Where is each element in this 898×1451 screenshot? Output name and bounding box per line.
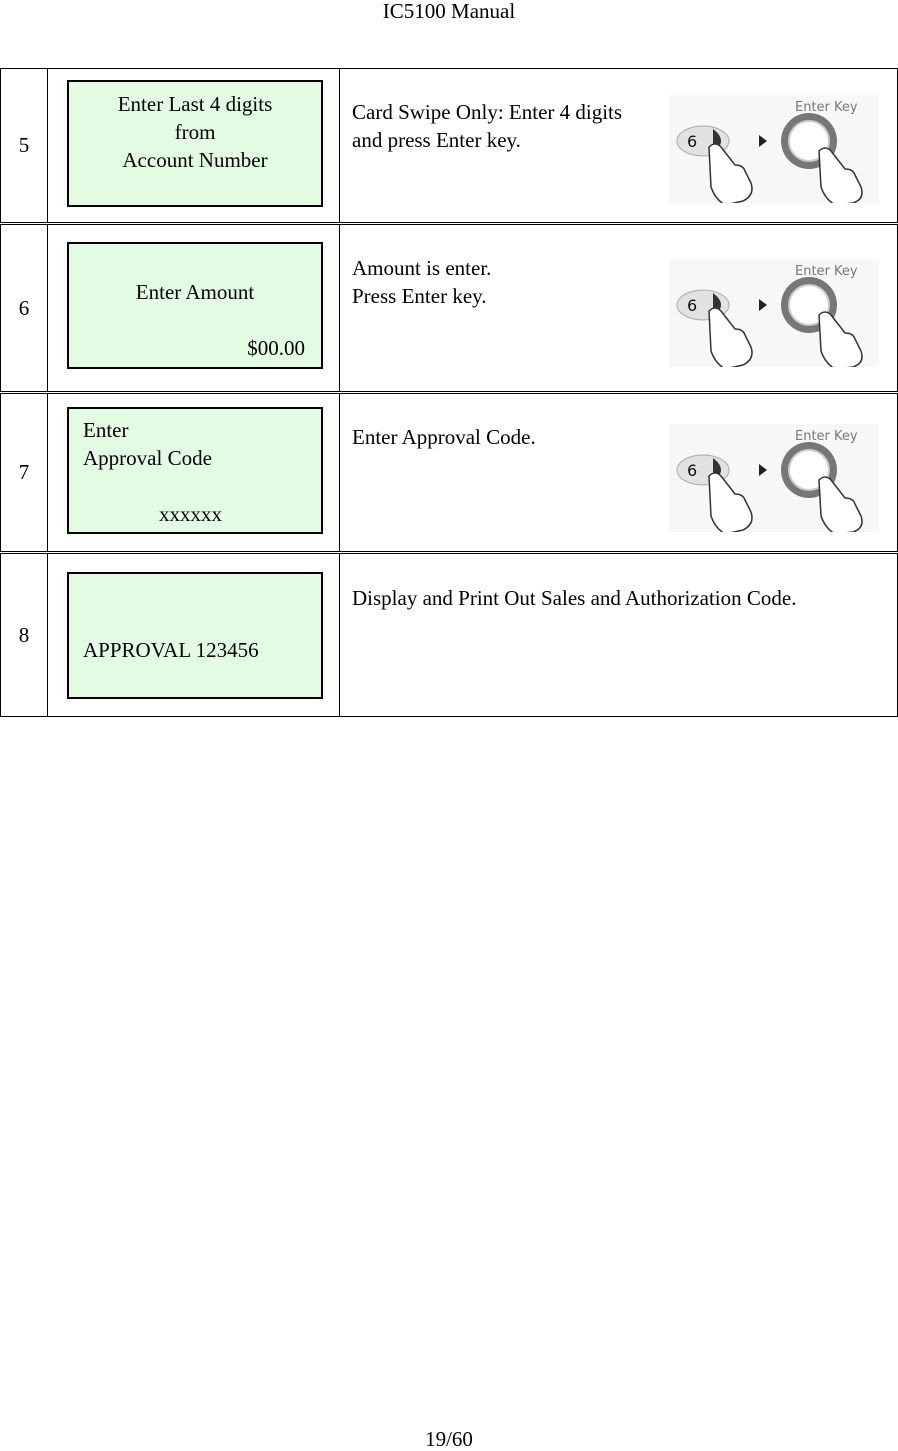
description-line: Display and Print Out Sales and Authoriz…	[352, 586, 797, 610]
step-row-7: 7 Enter Approval Code xxxxxx Enter Appro…	[0, 393, 898, 552]
lcd-line: Enter Amount	[135, 280, 255, 304]
enter-key-label: Enter Key	[795, 429, 858, 444]
step-number: 5	[1, 69, 48, 222]
lcd-screen: Enter Amount $00.00	[67, 242, 323, 369]
page-number: 19/60	[425, 1427, 473, 1451]
lcd-line: APPROVAL 123456	[83, 638, 259, 662]
lcd-line: Enter	[83, 418, 129, 442]
lcd-line: Account Number	[122, 148, 268, 172]
screen-cell: Enter Last 4 digits from Account Number	[48, 69, 340, 222]
key-press-illustration: Enter Key 6	[669, 259, 879, 367]
lcd-line: Approval Code	[83, 446, 212, 470]
step-description: Display and Print Out Sales and Authoriz…	[352, 584, 796, 612]
description-line: Amount is enter.	[352, 256, 492, 280]
description-line: Enter Approval Code.	[352, 425, 536, 449]
step-description: Enter Approval Code.	[352, 423, 536, 451]
screen-cell: APPROVAL 123456	[48, 554, 340, 716]
lcd-screen: Enter Last 4 digits from Account Number	[67, 80, 323, 207]
step-description: Card Swipe Only: Enter 4 digits and pres…	[352, 98, 622, 154]
press-6-then-enter-key-icon: Enter Key 6	[676, 264, 863, 367]
key-press-illustration: Enter Key 6	[669, 424, 879, 532]
lcd-line: xxxxxx	[159, 502, 222, 526]
key-6-label: 6	[687, 461, 697, 480]
lcd-screen: Enter Approval Code xxxxxx	[67, 407, 323, 534]
step-number: 6	[1, 225, 48, 391]
key-press-illustration: Enter Key 6	[669, 95, 879, 203]
step-row-8: 8 APPROVAL 123456 Display and Print Out …	[0, 553, 898, 717]
press-6-then-enter-key-icon: Enter Key 6	[676, 429, 863, 532]
lcd-screen: APPROVAL 123456	[67, 572, 323, 699]
description-line: Card Swipe Only: Enter 4 digits	[352, 100, 623, 124]
key-6-label: 6	[687, 132, 697, 151]
step-description: Amount is enter. Press Enter key.	[352, 254, 491, 310]
enter-key-label: Enter Key	[795, 264, 858, 279]
step-row-6: 6 Enter Amount $00.00 Amount is enter. P…	[0, 224, 898, 392]
screen-cell: Enter Amount $00.00	[48, 225, 340, 391]
description-line: and press Enter key.	[352, 128, 521, 152]
description-line: Press Enter key.	[352, 284, 487, 308]
press-6-then-enter-key-icon: Enter Key 6	[676, 100, 863, 203]
step-row-5: 5 Enter Last 4 digits from Account Numbe…	[0, 68, 898, 223]
step-number: 8	[1, 554, 48, 716]
lcd-line: Enter Last 4 digits	[117, 92, 273, 116]
screen-cell: Enter Approval Code xxxxxx	[48, 394, 340, 551]
key-6-label: 6	[687, 296, 697, 315]
enter-key-label: Enter Key	[795, 100, 858, 115]
step-number: 7	[1, 394, 48, 551]
lcd-line: from	[174, 120, 216, 144]
page-header: IC5100 Manual	[382, 0, 516, 23]
lcd-line: $00.00	[247, 336, 305, 360]
